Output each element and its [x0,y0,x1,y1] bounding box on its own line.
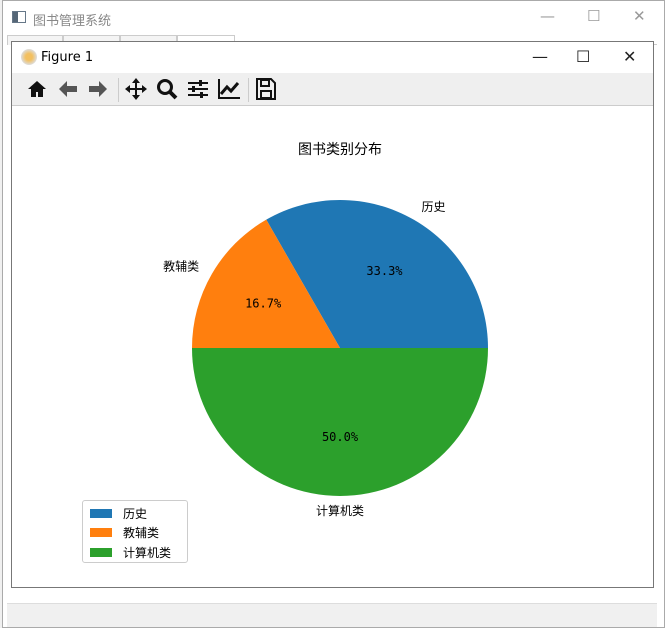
legend-item: 计算机类 [90,543,171,561]
legend-label: 历史 [123,506,148,521]
wedge-label: 历史 [422,200,446,214]
pie-wedge-2 [192,348,488,496]
legend-item: 历史 [90,504,147,522]
legend-label: 教辅类 [123,525,160,540]
wedge-pct-label: 50.0% [322,430,359,444]
legend-label: 计算机类 [123,545,172,560]
legend-swatch [90,527,112,537]
chart-title: 图书类别分布 [298,142,382,158]
wedge-label: 计算机类 [316,503,364,518]
wedge-label: 教辅类 [163,258,199,273]
legend-swatch [90,508,112,518]
wedge-pct-label: 33.3% [366,264,403,278]
legend-swatch [90,547,112,557]
wedge-pct-label: 16.7% [245,297,282,311]
legend: 历史 教辅类 计算机类 [82,500,188,563]
legend-item: 教辅类 [90,523,159,541]
